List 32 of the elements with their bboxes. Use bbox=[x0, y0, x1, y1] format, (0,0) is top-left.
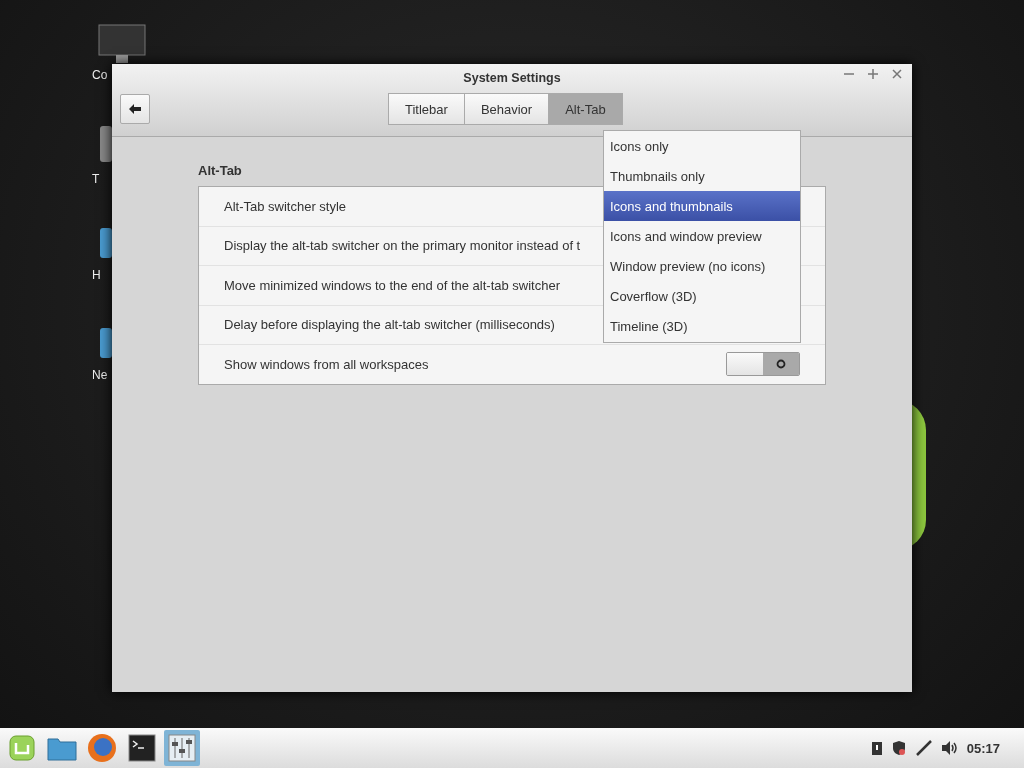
window-title: System Settings bbox=[463, 70, 561, 87]
menu-item[interactable]: Icons only bbox=[604, 131, 800, 161]
clock[interactable]: 05:17 bbox=[966, 740, 1000, 756]
menu-item[interactable]: Coverflow (3D) bbox=[604, 281, 800, 311]
off-circle-icon bbox=[776, 359, 786, 370]
menu-item[interactable]: Window preview (no icons) bbox=[604, 251, 800, 281]
menu-item[interactable]: Icons and thumbnails bbox=[604, 191, 800, 221]
tab[interactable]: Alt-Tab bbox=[548, 93, 623, 125]
desktop-icon-label: Ne bbox=[92, 368, 108, 382]
desktop-icon-label: Co bbox=[92, 68, 108, 82]
close-icon[interactable] bbox=[892, 69, 902, 79]
setting-label: Display the alt-tab switcher on the primary monitor instead of t bbox=[224, 238, 581, 254]
desktop-icon-label: T bbox=[92, 172, 100, 186]
setting-label: Alt-Tab switcher style bbox=[224, 198, 347, 214]
setting-label: Show windows from all workspaces bbox=[224, 356, 429, 372]
monitor-icon[interactable] bbox=[98, 24, 146, 64]
maximize-icon[interactable] bbox=[868, 69, 878, 79]
arrow-left-icon bbox=[129, 104, 141, 114]
desktop-icon-label: H bbox=[92, 268, 101, 282]
setting-label: Move minimized windows to the end of the alt-tab switcher bbox=[224, 277, 560, 293]
toggle-switch[interactable] bbox=[726, 352, 800, 377]
setting-label: Delay before displaying the alt-tab switcher (milliseconds) bbox=[224, 317, 555, 333]
back-button[interactable] bbox=[120, 94, 150, 124]
section-title: Alt-Tab bbox=[198, 163, 242, 178]
tab[interactable]: Behavior bbox=[463, 93, 550, 125]
tab[interactable]: Titlebar bbox=[388, 93, 465, 125]
menu-item[interactable]: Thumbnails only bbox=[604, 161, 800, 191]
volume-icon[interactable] bbox=[940, 740, 959, 756]
menu-item[interactable]: Icons and window preview bbox=[604, 221, 800, 251]
menu-item[interactable]: Timeline (3D) bbox=[604, 311, 800, 341]
shield-icon[interactable] bbox=[890, 740, 907, 756]
clipboard-icon[interactable] bbox=[870, 740, 883, 756]
